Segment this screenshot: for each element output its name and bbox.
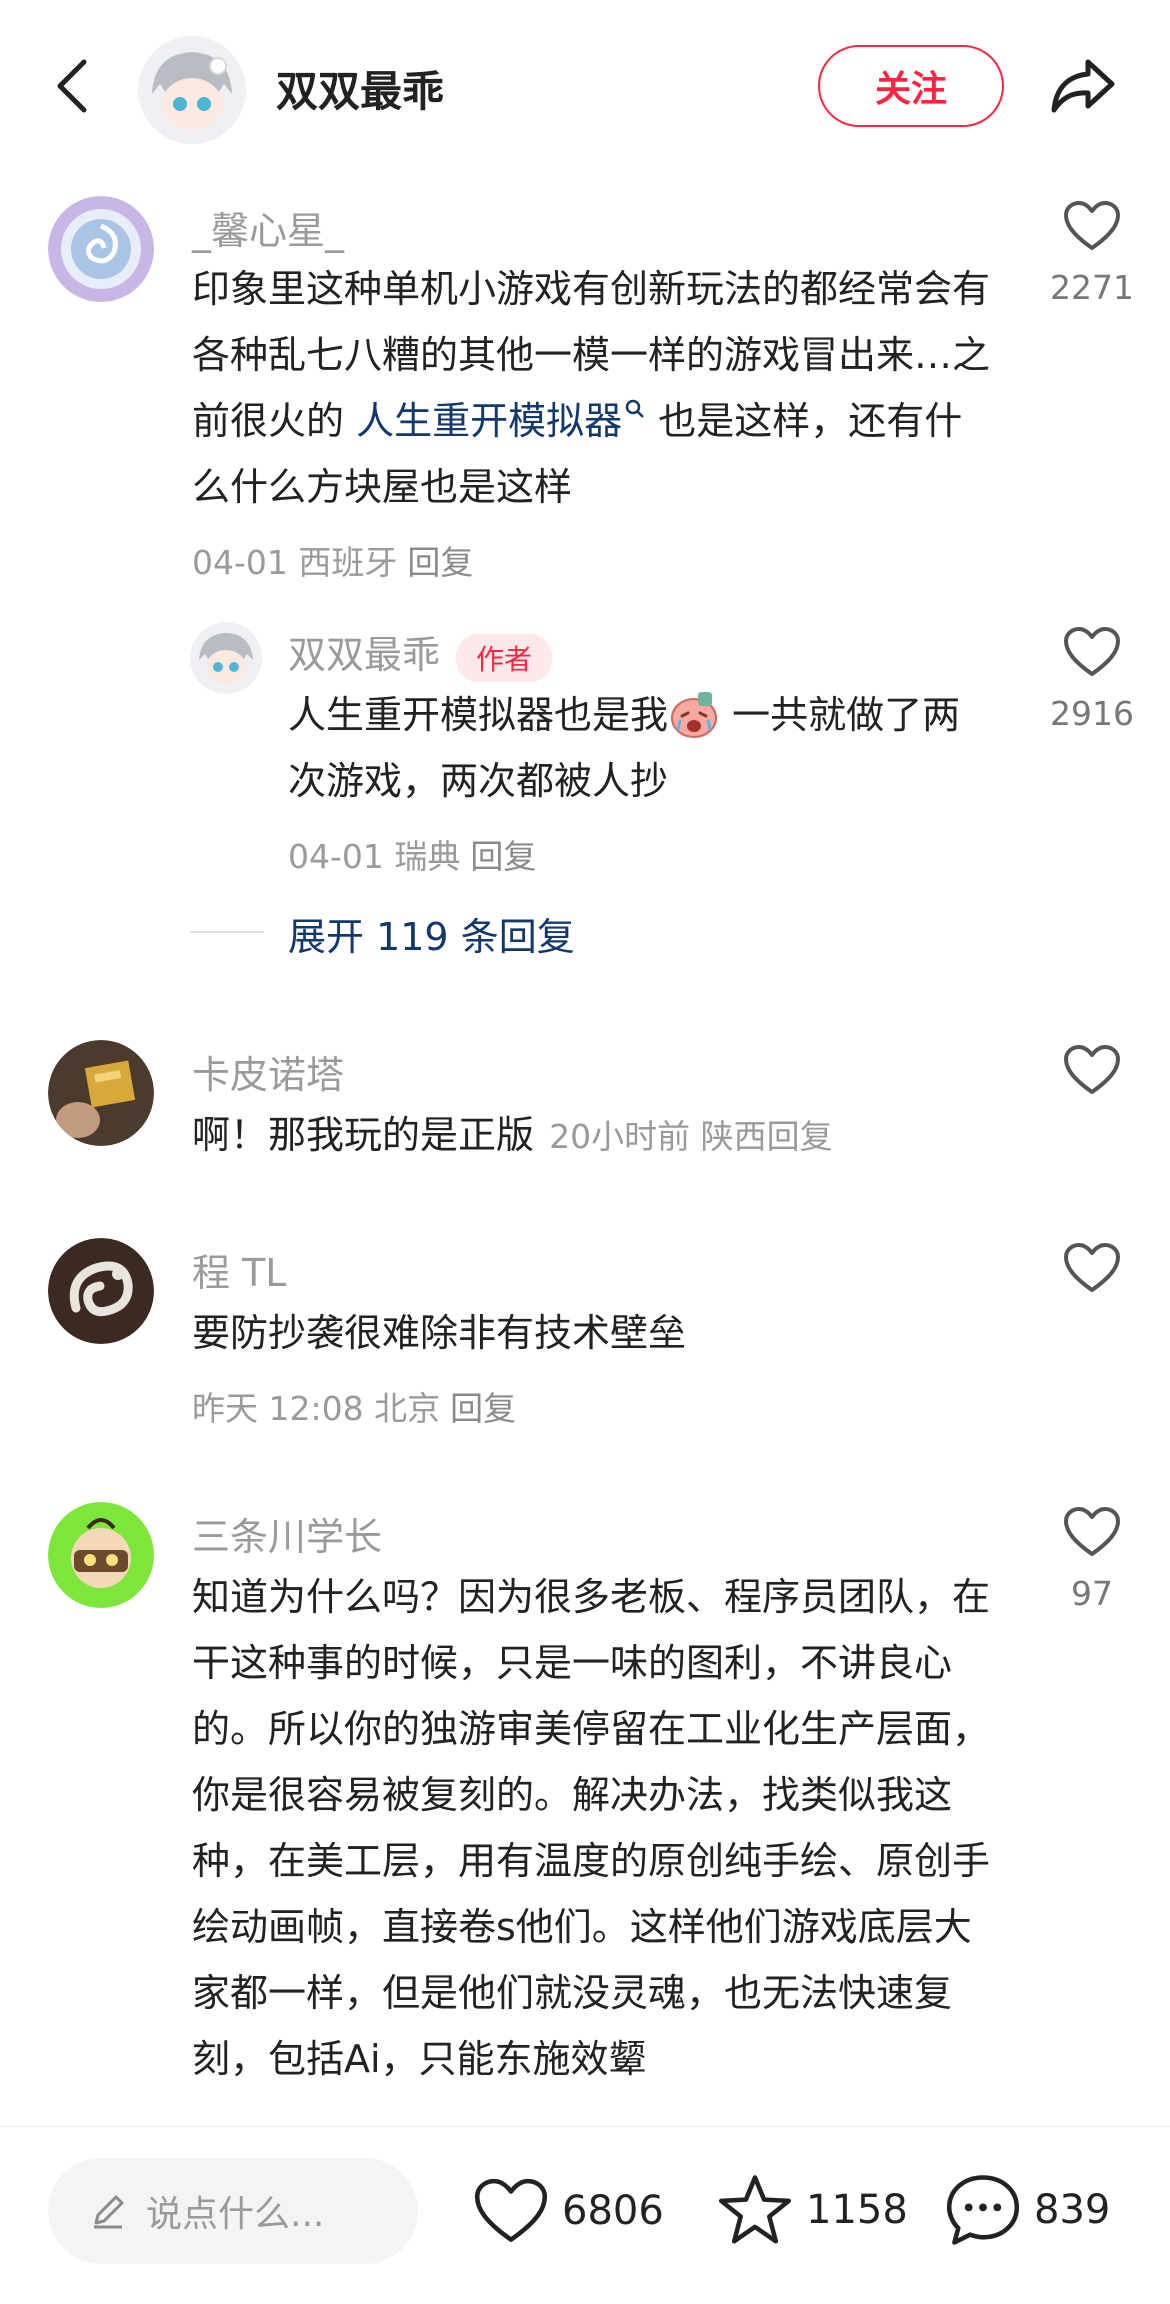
commenter-username[interactable]: 程 TL <box>192 1242 286 1297</box>
post-like-count: 6806 <box>562 2188 664 2234</box>
comment-bubble-icon <box>946 2175 1020 2245</box>
reply-button[interactable]: 回复 <box>767 1117 833 1156</box>
comment-date-location: 04-01 西班牙 <box>192 543 398 582</box>
comment-date-location: 20小时前 陕西 <box>549 1117 767 1156</box>
heart-icon <box>1064 1507 1120 1556</box>
comment-input[interactable]: 说点什么... <box>48 2158 418 2264</box>
commenter-avatar[interactable] <box>48 1502 154 1608</box>
like-count: 97 <box>1071 1574 1113 1613</box>
commenter-username[interactable]: 卡皮诺塔 <box>192 1044 344 1099</box>
search-link[interactable]: 人生重开模拟器 <box>356 399 646 443</box>
reply-button[interactable]: 回复 <box>407 543 473 582</box>
follow-button[interactable]: 关注 <box>818 45 1004 127</box>
share-button[interactable] <box>1048 50 1118 120</box>
favorite-button[interactable]: 1158 <box>716 2172 908 2248</box>
comment-text: 印象里这种单机小游戏有创新玩法的都经常会有各种乱七八糟的其他一模一样的游戏冒出来… <box>192 256 992 520</box>
reply-meta: 04-01 瑞典 回复 <box>288 830 536 878</box>
like-count: 2271 <box>1050 268 1134 307</box>
heart-icon <box>1064 1045 1120 1094</box>
chevron-left-icon <box>57 59 87 113</box>
like-button[interactable] <box>1062 1506 1122 1558</box>
comment-date-location: 昨天 12:08 北京 <box>192 1389 441 1428</box>
like-button[interactable] <box>1062 1242 1122 1294</box>
favorite-count: 1158 <box>806 2187 908 2233</box>
back-button[interactable] <box>50 56 94 116</box>
commenter-avatar[interactable] <box>48 1040 154 1146</box>
divider <box>190 931 264 933</box>
like-count: 2916 <box>1050 694 1134 733</box>
search-icon <box>625 399 644 418</box>
like-button[interactable] <box>1062 200 1122 252</box>
reply-button[interactable]: 回复 <box>450 1389 516 1428</box>
expand-replies-button[interactable]: 展开 119 条回复 <box>288 906 575 961</box>
reply-avatar[interactable] <box>190 622 262 694</box>
comment-text: 知道为什么吗？因为很多老板、程序员团队，在干这种事的时候，只是一味的图利，不讲良… <box>192 1575 991 2081</box>
share-icon <box>1051 59 1115 113</box>
comment-meta: 04-01 西班牙 回复 <box>192 536 473 584</box>
comment-input-placeholder: 说点什么... <box>146 2194 325 2235</box>
reply-text-part: 人生重开模拟器也是我 <box>288 693 669 737</box>
star-icon <box>718 2175 792 2244</box>
like-button[interactable] <box>1062 626 1122 678</box>
author-name[interactable]: 双双最乖 <box>276 58 444 119</box>
comments-button[interactable]: 839 <box>944 2172 1110 2248</box>
reply-date-location: 04-01 瑞典 <box>288 837 461 876</box>
comment-text: 要防抄袭很难除非有技术壁垒 <box>192 1311 687 1355</box>
heart-icon <box>1064 627 1120 676</box>
like-post-button[interactable]: 6806 <box>472 2176 664 2246</box>
commenter-username[interactable]: _馨心星_ <box>192 200 344 255</box>
pencil-icon <box>94 2195 124 2229</box>
commenter-username[interactable]: 三条川学长 <box>192 1506 382 1561</box>
comment-meta: 昨天 12:08 北京 回复 <box>192 1382 516 1430</box>
heart-icon <box>1064 201 1120 250</box>
author-avatar[interactable] <box>138 36 246 144</box>
author-badge: 作者 <box>456 633 553 682</box>
reply-button[interactable]: 回复 <box>470 837 536 876</box>
like-button[interactable] <box>1062 1044 1122 1096</box>
commenter-avatar[interactable] <box>48 196 154 302</box>
search-link-label: 人生重开模拟器 <box>356 399 623 443</box>
comment-row: 啊！那我玩的是正版 20小时前 陕西回复 <box>192 1102 833 1168</box>
reply-text: 人生重开模拟器也是我 一共就做了两次游戏，两次都被人抄 <box>288 682 988 814</box>
commenter-avatar[interactable] <box>48 1238 154 1344</box>
comment-text: 啊！那我玩的是正版 <box>192 1113 535 1157</box>
reply-username[interactable]: 双双最乖 <box>288 633 440 677</box>
heart-icon <box>1064 1243 1120 1292</box>
crying-emoji-icon <box>671 691 718 738</box>
reply-username-row: 双双最乖 作者 <box>288 624 553 682</box>
heart-icon <box>474 2178 548 2242</box>
comment-count: 839 <box>1034 2187 1111 2233</box>
